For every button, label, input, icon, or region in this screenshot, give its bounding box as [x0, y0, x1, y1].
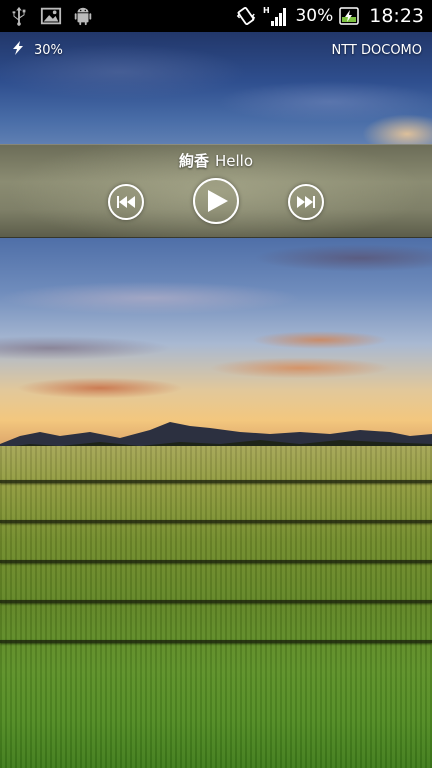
next-track-button[interactable]: [288, 184, 324, 220]
clock: 18:23: [369, 5, 424, 27]
signal-icon: H: [263, 5, 289, 27]
status-bar: H 30% 18:23: [0, 0, 432, 32]
next-icon: [297, 196, 315, 208]
battery-charging-icon: [339, 5, 359, 27]
wheat-field: [0, 446, 432, 768]
android-debug-icon: [72, 5, 94, 27]
previous-icon: [117, 196, 135, 208]
play-icon: [208, 190, 228, 212]
music-controls: [0, 178, 432, 226]
mountain-silhouette: [0, 422, 432, 450]
image-notification-icon: [40, 5, 62, 27]
usb-icon: [8, 5, 30, 27]
track-title: Hello: [214, 152, 254, 170]
carrier-name: NTT DOCOMO: [331, 42, 422, 58]
lockscreen-info-bar: 30% NTT DOCOMO: [0, 32, 432, 68]
track-artist: 絢香: [178, 152, 209, 170]
previous-track-button[interactable]: [108, 184, 144, 220]
wallpaper: [0, 32, 432, 768]
battery-percent-text: 30%: [295, 6, 334, 26]
lockscreen-battery-level: 30%: [34, 42, 63, 58]
svg-text:H: H: [263, 6, 270, 15]
charging-bolt-icon: [10, 40, 26, 60]
now-playing-text: 絢香 Hello: [0, 150, 432, 171]
play-button[interactable]: [193, 178, 239, 224]
vibrate-icon: [235, 5, 257, 27]
